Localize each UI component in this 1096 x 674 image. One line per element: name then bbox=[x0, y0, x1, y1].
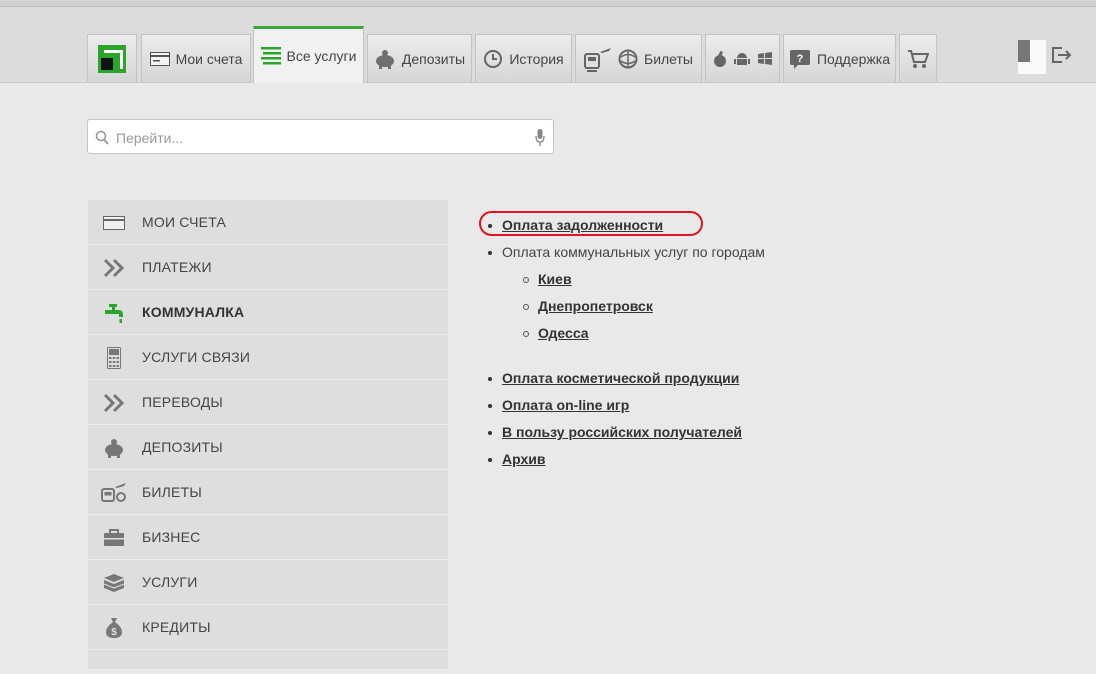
tab-deposits[interactable]: Депозиты bbox=[367, 34, 472, 82]
history-icon bbox=[483, 49, 503, 69]
services-content: Оплата задолженности Оплата коммунальных… bbox=[479, 211, 765, 473]
double-chevron-right-icon bbox=[96, 245, 132, 290]
tab-support[interactable]: ? Поддержка bbox=[783, 34, 896, 82]
tab-deposits-label: Депозиты bbox=[401, 50, 466, 67]
user-area bbox=[1018, 40, 1072, 74]
tab-tickets-label: Билеты bbox=[644, 50, 693, 67]
faucet-icon bbox=[96, 290, 132, 335]
tab-mobile-apps[interactable] bbox=[705, 34, 780, 82]
briefcase-icon bbox=[96, 515, 132, 560]
list-icon bbox=[260, 47, 281, 65]
logout-icon[interactable] bbox=[1050, 45, 1072, 70]
tab-all-services-label: Все услуги bbox=[286, 48, 357, 64]
utilities-by-city-label: Оплата коммунальных услуг по городам bbox=[502, 244, 765, 260]
piggy-bank-icon bbox=[96, 425, 132, 470]
sidebar-item-label: КРЕДИТЫ bbox=[142, 619, 211, 635]
top-navigation-bar: Мои счета Все услуги Депозиты История Би… bbox=[0, 7, 1096, 83]
tab-tickets[interactable]: Билеты bbox=[575, 34, 702, 82]
list-item: Киев bbox=[486, 266, 765, 293]
list-item: Архив bbox=[486, 446, 765, 473]
sidebar-item-label: УСЛУГИ bbox=[142, 574, 198, 590]
sidebar-item-label: КОММУНАЛКА bbox=[142, 304, 245, 320]
list-item: Одесса bbox=[486, 320, 765, 347]
list-item: Оплата задолженности bbox=[479, 211, 765, 239]
money-bag-icon: $ bbox=[96, 605, 132, 650]
train-plane-icon bbox=[584, 46, 612, 72]
sidebar-item-label: БИЗНЕС bbox=[142, 529, 201, 545]
link-online-games[interactable]: Оплата on-line игр bbox=[502, 397, 629, 413]
sidebar-item-label: ДЕПОЗИТЫ bbox=[142, 439, 223, 455]
windows-icon bbox=[757, 51, 773, 67]
bank-logo[interactable] bbox=[87, 34, 137, 82]
tab-all-services[interactable]: Все услуги bbox=[253, 26, 364, 83]
sidebar-item-label: МОИ СЧЕТА bbox=[142, 214, 227, 230]
link-dnipropetrovsk[interactable]: Днепропетровск bbox=[538, 298, 653, 314]
apple-icon bbox=[713, 50, 727, 67]
search-icon bbox=[95, 130, 109, 150]
sidebar-item-telecom[interactable]: УСЛУГИ СВЯЗИ bbox=[88, 335, 448, 380]
sidebar-item-transfers[interactable]: ПЕРЕВОДЫ bbox=[88, 380, 448, 425]
double-chevron-right-icon bbox=[96, 380, 132, 425]
sidebar-item-tickets[interactable]: БИЛЕТЫ bbox=[88, 470, 448, 515]
piggy-bank-icon bbox=[374, 49, 396, 69]
link-kyiv[interactable]: Киев bbox=[538, 271, 572, 287]
list-item: Днепропетровск bbox=[486, 293, 765, 320]
list-item: Оплата коммунальных услуг по городам bbox=[486, 239, 765, 266]
link-russian-recipients[interactable]: В пользу российских получателей bbox=[502, 424, 742, 440]
sidebar-item-payments[interactable]: ПЛАТЕЖИ bbox=[88, 245, 448, 290]
sidebar-item-label: УСЛУГИ СВЯЗИ bbox=[142, 349, 251, 365]
svg-text:$: $ bbox=[111, 627, 117, 638]
microphone-icon[interactable] bbox=[535, 129, 545, 151]
sidebar-item-deposits[interactable]: ДЕПОЗИТЫ bbox=[88, 425, 448, 470]
svg-text:?: ? bbox=[797, 53, 804, 65]
tab-my-accounts[interactable]: Мои счета bbox=[141, 34, 251, 82]
phone-icon bbox=[96, 335, 132, 380]
sidebar-item-my-accounts[interactable]: МОИ СЧЕТА bbox=[88, 200, 448, 245]
sidebar-item-services[interactable]: УСЛУГИ bbox=[88, 560, 448, 605]
tab-history[interactable]: История bbox=[475, 34, 572, 82]
sidebar-item-business[interactable]: БИЗНЕС bbox=[88, 515, 448, 560]
tab-support-label: Поддержка bbox=[816, 50, 891, 67]
list-item: В пользу российских получателей bbox=[486, 419, 765, 446]
sidebar-item-label: ПЛАТЕЖИ bbox=[142, 259, 212, 275]
link-debt-payment[interactable]: Оплата задолженности bbox=[502, 217, 663, 233]
search-box[interactable] bbox=[87, 119, 554, 155]
sidebar-item-credits[interactable]: $ КРЕДИТЫ bbox=[88, 605, 448, 650]
link-archive[interactable]: Архив bbox=[502, 451, 545, 467]
android-icon bbox=[733, 51, 750, 67]
sidebar-item-utilities[interactable]: КОММУНАЛКА bbox=[88, 290, 448, 335]
sidebar-item-label: БИЛЕТЫ bbox=[142, 484, 202, 500]
help-icon: ? bbox=[789, 49, 811, 69]
tab-my-accounts-label: Мои счета bbox=[175, 50, 243, 67]
card-icon bbox=[96, 200, 132, 245]
search-input[interactable] bbox=[114, 120, 528, 155]
link-odessa[interactable]: Одесса bbox=[538, 325, 589, 341]
bank-logo-icon bbox=[98, 44, 126, 73]
box-icon bbox=[96, 560, 132, 605]
services-list-more: Оплата косметической продукции Оплата on… bbox=[486, 365, 765, 473]
list-item: Оплата on-line игр bbox=[486, 392, 765, 419]
tab-shop[interactable] bbox=[899, 34, 937, 82]
sidebar-menu: МОИ СЧЕТА ПЛАТЕЖИ КОММУНАЛКА УСЛУГИ СВЯЗ… bbox=[88, 200, 448, 670]
user-avatar[interactable] bbox=[1018, 40, 1046, 74]
list-item: Оплата косметической продукции bbox=[486, 365, 765, 392]
services-list: Оплата задолженности Оплата коммунальных… bbox=[479, 211, 765, 347]
tab-history-label: История bbox=[509, 50, 564, 67]
sidebar-item-label: ПЕРЕВОДЫ bbox=[142, 394, 224, 410]
globe-icon bbox=[618, 49, 638, 69]
link-cosmetics[interactable]: Оплата косметической продукции bbox=[502, 370, 739, 386]
browser-top-strip bbox=[0, 0, 1096, 7]
card-icon bbox=[149, 51, 170, 66]
train-plane-icon bbox=[96, 470, 132, 515]
sidebar-item-more[interactable] bbox=[88, 650, 448, 670]
cart-icon bbox=[907, 49, 929, 69]
